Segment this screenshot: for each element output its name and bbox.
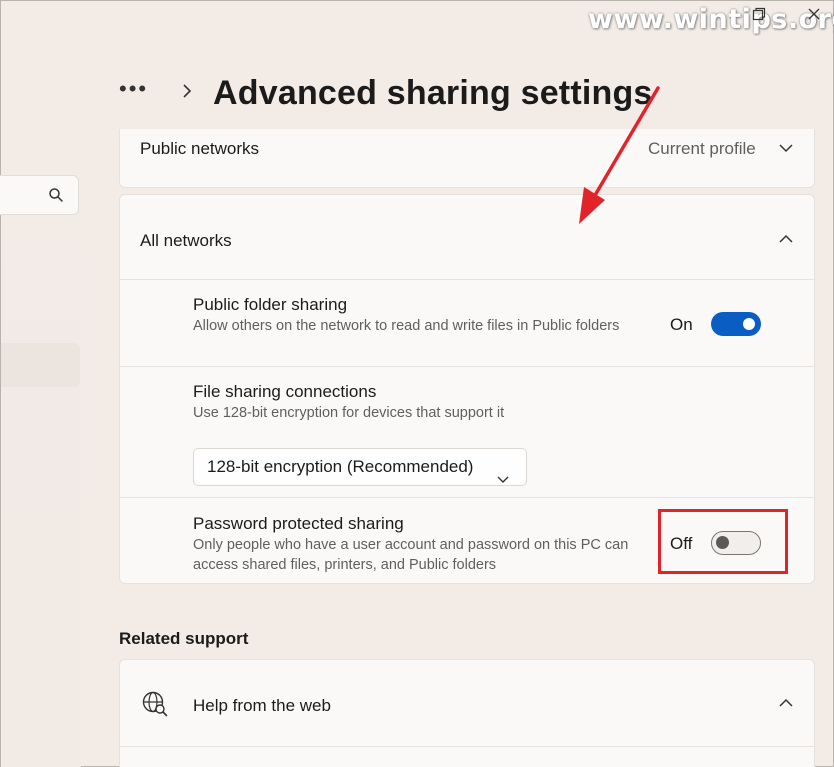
page-title: Advanced sharing settings [213,73,653,112]
page-header: ••• Advanced sharing settings [119,71,653,115]
search-input[interactable] [0,175,79,215]
breadcrumb-more-button[interactable]: ••• [119,76,159,102]
public-folder-sharing-toggle[interactable] [711,312,761,336]
all-networks-label: All networks [140,231,232,250]
restore-icon[interactable] [752,7,766,24]
related-support-heading: Related support [119,629,249,648]
current-profile-label: Current profile [648,139,756,158]
public-networks-label: Public networks [140,139,260,158]
divider [120,366,814,367]
divider [120,746,814,747]
divider [120,279,814,280]
chevron-up-icon[interactable] [778,696,794,714]
public-folder-sharing-description: Allow others on the network to read and … [193,318,620,334]
search-icon [48,187,64,208]
public-folder-sharing-title: Public folder sharing [193,295,348,314]
globe-search-icon [142,691,168,722]
chevron-up-icon[interactable] [778,232,794,250]
file-sharing-connections-title: File sharing connections [193,382,377,401]
public-folder-sharing-state-label: On [670,315,693,334]
chevron-down-icon[interactable] [778,141,794,159]
password-protected-sharing-state-label: Off [670,534,693,553]
help-from-web-header[interactable]: Help from the web [120,660,814,746]
password-protected-sharing-description: Only people who have a user account and … [193,537,629,573]
password-protected-sharing-toggle[interactable] [711,531,761,555]
encryption-selected-value: 128-bit encryption (Recommended) [207,457,474,476]
all-networks-header[interactable]: All networks [120,195,814,279]
help-from-web-label: Help from the web [193,696,331,715]
chevron-right-icon [181,83,193,104]
password-protected-sharing-title: Password protected sharing [193,514,404,533]
encryption-dropdown[interactable]: 128-bit encryption (Recommended) [193,448,527,486]
nav-item-selected[interactable] [1,343,80,387]
related-support-card: Help from the web [119,659,815,767]
close-icon[interactable] [807,7,821,24]
divider [120,497,814,498]
all-networks-expander: All networks Public folder sharing Allow… [119,194,815,584]
public-networks-expander[interactable]: Public networks Current profile [119,129,815,188]
watermark: www.wintips.org [588,4,834,35]
file-sharing-connections-description: Use 128-bit encryption for devices that … [193,405,505,421]
chevron-down-icon [496,462,510,498]
